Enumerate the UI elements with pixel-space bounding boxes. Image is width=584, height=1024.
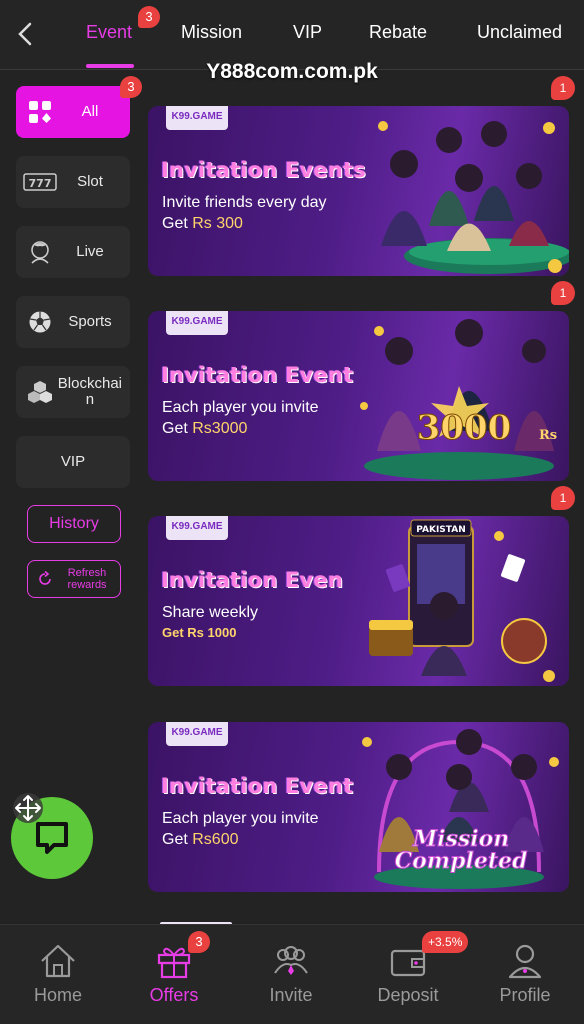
svg-text:Rs: Rs [539, 428, 557, 443]
brand-tag: K99.GAME [166, 722, 228, 746]
sidebar-item-label: VIP [60, 453, 86, 470]
refresh-label-2: rewards [67, 579, 107, 591]
brand-tag: K99.GAME [166, 106, 228, 130]
sidebar-item-sports[interactable]: Sports [16, 296, 130, 348]
home-icon [41, 944, 75, 978]
sidebar-item-label: Live [76, 243, 104, 260]
banner-line2: Get Rs3000 [162, 420, 248, 437]
sidebar-item-label: All [81, 103, 99, 120]
soccer-ball-icon [22, 304, 58, 340]
drag-move-icon[interactable] [12, 792, 44, 824]
grid-icon [22, 94, 58, 130]
banner-line2: Get Rs 300 [162, 215, 243, 232]
event-banner-1[interactable]: K99.GAME Invitation Events Invite friend… [148, 106, 569, 276]
profile-icon [508, 944, 542, 979]
sidebar-item-label: Blockchai n [57, 375, 122, 408]
nav-label: Profile [499, 985, 551, 1005]
3000-rs-illustration: 3000 Rs [360, 319, 557, 480]
brand-tag: K99.GAME [166, 516, 228, 540]
svg-text:PAKISTAN: PAKISTAN [416, 525, 465, 535]
nav-profile[interactable]: Profile [467, 925, 583, 1024]
refresh-rewards-button[interactable]: Refresh rewards [27, 560, 121, 598]
sidebar-item-label: Sports [68, 313, 112, 330]
svg-text:3000: 3000 [417, 408, 512, 448]
banner-line1: Each player you invite [162, 399, 319, 416]
nav-label: Offers [149, 985, 199, 1005]
banner-line2: Get Rs600 [162, 831, 239, 848]
refresh-icon [39, 570, 51, 585]
reward-amount: Rs 300 [192, 215, 243, 232]
mission-completed-illustration: Mission Completed [362, 729, 559, 889]
chat-bubble-icon [36, 822, 68, 854]
nav-label: Home [33, 985, 82, 1005]
nav-home[interactable]: Home [0, 925, 116, 1024]
tab-event[interactable]: Event [86, 22, 132, 43]
sidebar-item-slot[interactable]: 777 Slot [16, 156, 130, 208]
sidebar-item-blockchain[interactable]: Blockchai n [16, 366, 130, 418]
banner-line2: Get Rs 1000 [162, 625, 236, 640]
svg-text:777: 777 [29, 177, 52, 190]
nav-deposit[interactable]: Deposit +3.5% [350, 925, 469, 1024]
back-arrow-icon[interactable] [14, 20, 38, 48]
reward-amount: Rs3000 [192, 420, 248, 437]
reward-amount: Get Rs 1000 [162, 625, 237, 640]
tab-vip[interactable]: VIP [293, 22, 322, 43]
tab-rebate[interactable]: Rebate [369, 22, 427, 43]
live-dealer-icon [22, 234, 58, 270]
banner-line1: Share weekly [162, 604, 259, 621]
banner-title: Invitation Event [161, 774, 354, 798]
sidebar-item-all[interactable]: All [16, 86, 130, 138]
invite-people-icon [274, 946, 308, 975]
banner-line1: Invite friends every day [162, 194, 327, 211]
event-banner-2[interactable]: K99.GAME Invitation Event Each player yo… [148, 311, 569, 481]
banner-badge: 1 [551, 486, 575, 510]
svg-text:Completed: Completed [395, 848, 528, 874]
banner-line1: Each player you invite [162, 810, 319, 827]
sidebar-item-label: Slot [77, 173, 103, 190]
banner-title: Invitation Event [161, 363, 354, 387]
banner-title: Invitation Even [161, 568, 344, 592]
sidebar-item-live[interactable]: Live [16, 226, 130, 278]
nav-label: Invite [269, 985, 313, 1005]
nav-label: Deposit [377, 985, 439, 1005]
site-watermark: Y888com.com.pk [206, 60, 378, 83]
brand-tag: K99.GAME [166, 311, 228, 335]
nav-offers[interactable]: Offers 3 [116, 925, 232, 1024]
tab-unclaimed[interactable]: Unclaimed [477, 22, 562, 43]
event-banner-3[interactable]: K99.GAME Invitation Even Share weekly Ge… [148, 516, 569, 686]
event-tab-badge: 3 [138, 6, 160, 28]
slot-777-icon: 777 [22, 164, 58, 200]
slot-machine-illustration: PAKISTAN [369, 519, 555, 682]
blockchain-cubes-icon [22, 374, 58, 410]
event-banner-4[interactable]: K99.GAME Invitation Event Each player yo… [148, 722, 569, 892]
offers-badge: 3 [188, 931, 210, 953]
bottom-navigation: Home Offers 3 Invite Deposit +3.5% Profi… [0, 924, 584, 1024]
history-button[interactable]: History [27, 505, 121, 543]
banner-title: Invitation Events [161, 158, 366, 182]
sidebar-item-vip[interactable]: VIP [16, 436, 130, 488]
reward-amount: Rs600 [192, 831, 239, 848]
casino-players-illustration [378, 121, 569, 274]
tab-mission[interactable]: Mission [181, 22, 242, 43]
banner-badge: 1 [551, 281, 575, 305]
refresh-label-1: Refresh [67, 567, 107, 579]
deposit-bonus-badge: +3.5% [422, 931, 469, 953]
nav-invite[interactable]: Invite [233, 925, 349, 1024]
